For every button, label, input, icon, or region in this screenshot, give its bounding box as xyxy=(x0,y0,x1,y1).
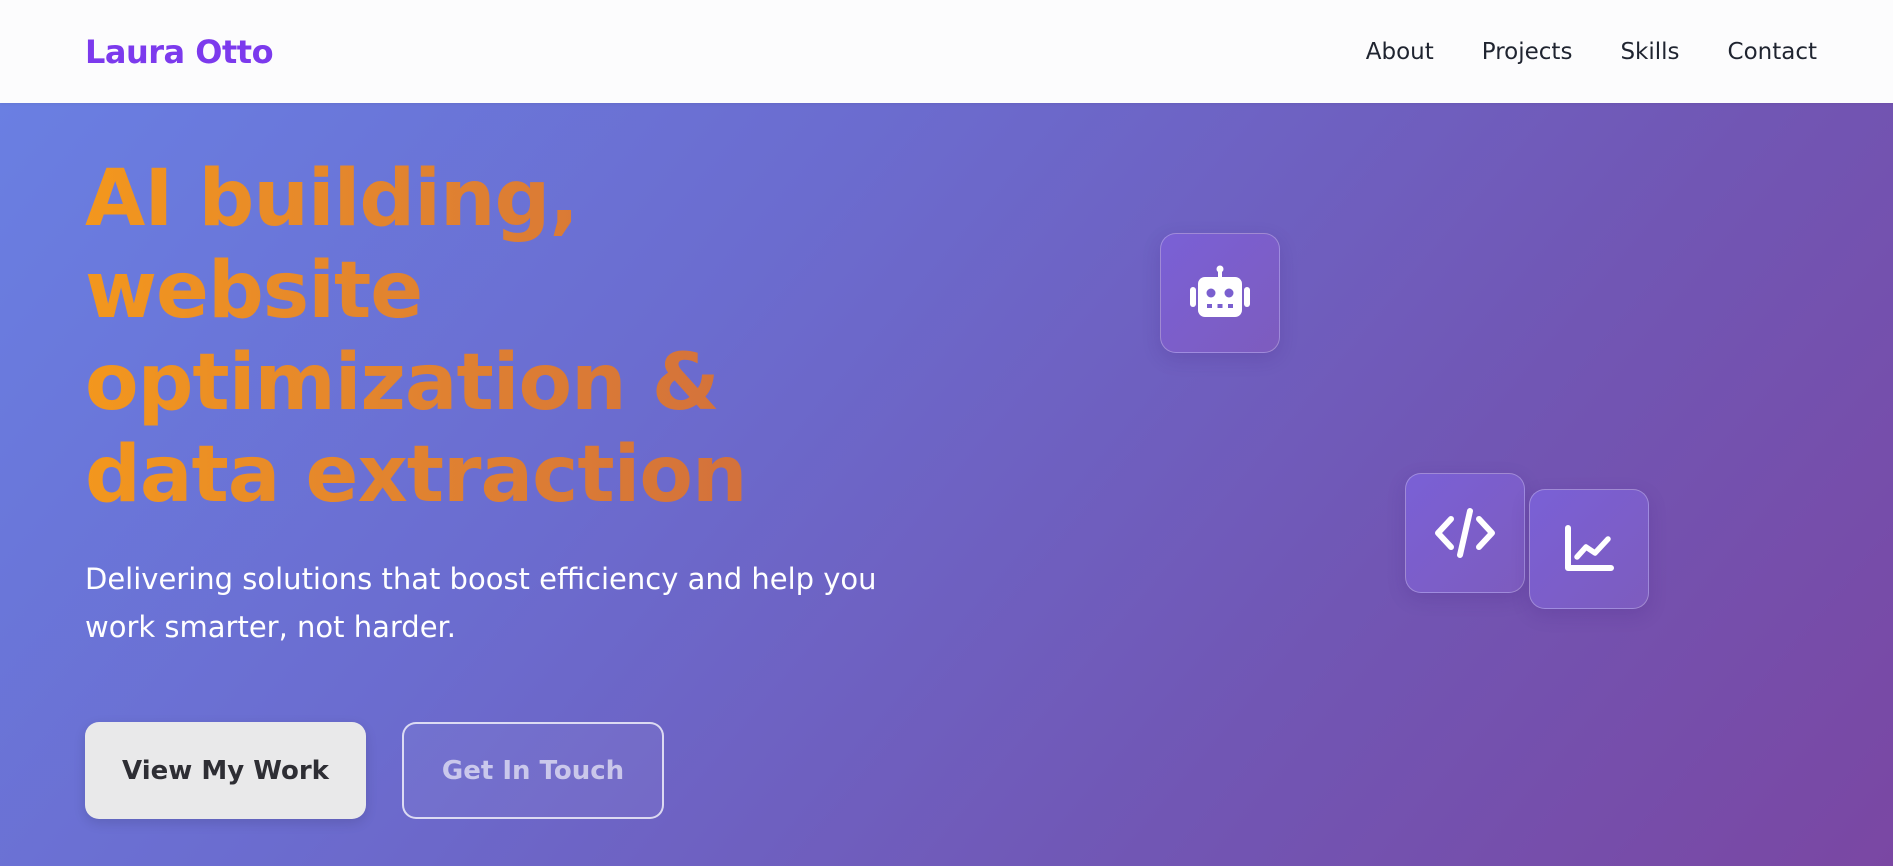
robot-icon xyxy=(1190,265,1250,317)
headline-line: website xyxy=(85,246,423,336)
headline-line: AI building, xyxy=(85,154,578,244)
brand-logo[interactable]: Laura Otto xyxy=(85,33,274,71)
view-my-work-button[interactable]: View My Work xyxy=(85,722,366,819)
robot-tile xyxy=(1160,233,1280,353)
chart-tile xyxy=(1529,489,1649,609)
code-tile xyxy=(1405,473,1525,593)
nav-link-projects[interactable]: Projects xyxy=(1482,39,1573,65)
headline-line: optimization & xyxy=(85,338,719,428)
nav-links: About Projects Skills Contact xyxy=(1366,39,1817,65)
hero-headline: AI building, website optimization & data… xyxy=(85,153,845,521)
line-chart-icon xyxy=(1565,525,1614,571)
hero-section: AI building, website optimization & data… xyxy=(0,103,1893,866)
headline-line: data extraction xyxy=(85,430,747,520)
get-in-touch-button[interactable]: Get In Touch xyxy=(402,722,664,819)
nav-link-skills[interactable]: Skills xyxy=(1620,39,1679,65)
nav-link-about[interactable]: About xyxy=(1366,39,1434,65)
nav-link-contact[interactable]: Contact xyxy=(1728,39,1817,65)
top-navbar: Laura Otto About Projects Skills Contact xyxy=(0,0,1893,103)
subtitle-line: Delivering solutions that boost efficien… xyxy=(85,562,877,596)
code-icon xyxy=(1435,508,1495,558)
subtitle-line: work smarter, not harder. xyxy=(85,610,457,644)
hero-subtitle: Delivering solutions that boost efficien… xyxy=(85,555,885,651)
